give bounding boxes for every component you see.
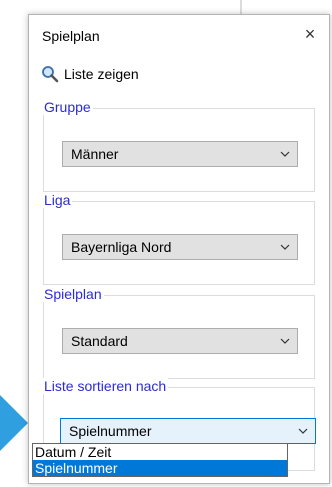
spielplan-select[interactable]: Standard — [62, 328, 298, 354]
sort-option-datum-zeit[interactable]: Datum / Zeit — [33, 444, 287, 460]
gruppe-value: Männer — [71, 146, 119, 162]
sort-dropdown-list: Datum / Zeit Spielnummer — [32, 443, 288, 477]
sort-select[interactable]: Spielnummer — [60, 418, 316, 444]
group-spielplan: Spielplan Standard — [42, 286, 315, 379]
sort-value: Spielnummer — [69, 423, 152, 439]
gruppe-select[interactable]: Männer — [62, 141, 298, 167]
gruppe-legend: Gruppe — [42, 99, 93, 115]
sort-option-spielnummer[interactable]: Spielnummer — [33, 460, 287, 476]
liga-value: Bayernliga Nord — [71, 239, 172, 255]
close-icon[interactable]: × — [299, 23, 321, 45]
group-gruppe: Gruppe Männer — [42, 99, 315, 192]
magnifier-icon — [42, 66, 59, 83]
chevron-down-icon — [280, 151, 290, 157]
title-bar: Spielplan × — [29, 15, 329, 53]
group-liga: Liga Bayernliga Nord — [42, 192, 315, 285]
chevron-down-icon — [280, 338, 290, 344]
liga-legend: Liga — [42, 192, 73, 208]
show-list-label: Liste zeigen — [64, 66, 139, 82]
sort-legend: Liste sortieren nach — [42, 378, 169, 394]
spielplan-legend: Spielplan — [42, 286, 104, 302]
show-list-button[interactable]: Liste zeigen — [41, 64, 139, 84]
chevron-down-icon — [298, 428, 308, 434]
window-title: Spielplan — [42, 28, 100, 44]
liga-select[interactable]: Bayernliga Nord — [62, 234, 298, 260]
spielplan-dialog: Spielplan × Liste zeigen Gruppe Männer L… — [28, 14, 330, 484]
chevron-down-icon — [280, 244, 290, 250]
pointer-arrow-icon — [0, 395, 28, 451]
spielplan-value: Standard — [71, 333, 128, 349]
